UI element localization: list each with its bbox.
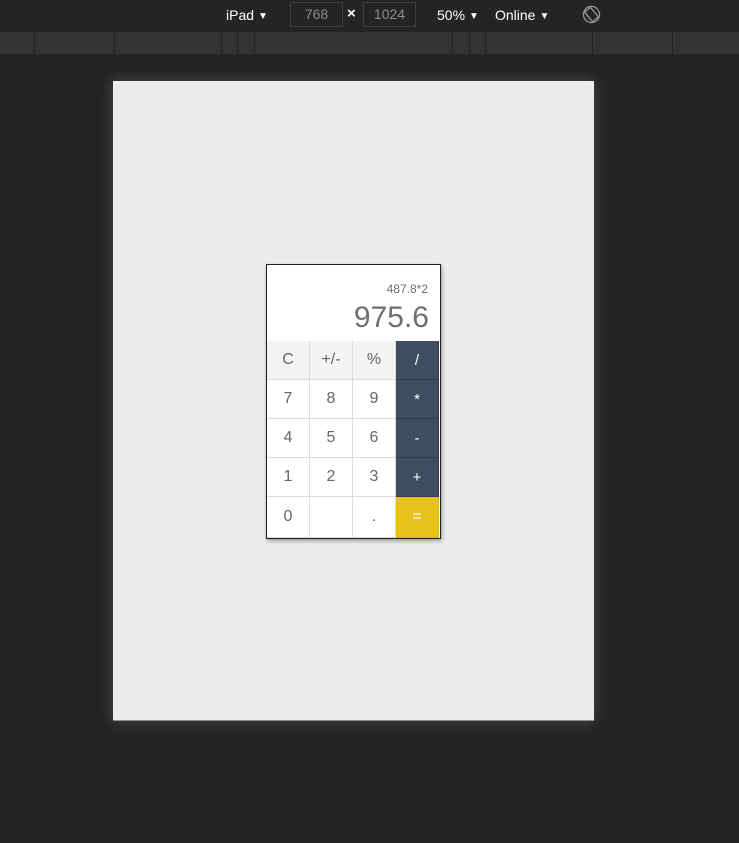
- ruler-segment[interactable]: [469, 32, 470, 54]
- digit-4-button[interactable]: 4: [267, 419, 310, 458]
- percent-button[interactable]: %: [353, 341, 396, 380]
- blank-button[interactable]: [310, 497, 353, 538]
- equals-button[interactable]: =: [396, 497, 439, 538]
- calculator-display: 487.8*2 975.6: [267, 265, 440, 341]
- ruler-segment[interactable]: [237, 32, 238, 54]
- digit-1-button[interactable]: 1: [267, 458, 310, 497]
- digit-5-button[interactable]: 5: [310, 419, 353, 458]
- digit-8-button[interactable]: 8: [310, 380, 353, 419]
- device-toolbar: iPad ▼ 768 × 1024 50% ▼ Online ▼: [0, 0, 739, 30]
- ruler-segment[interactable]: [34, 32, 35, 54]
- width-input[interactable]: 768: [290, 2, 343, 27]
- result-readout: 975.6: [353, 301, 429, 334]
- zoom-select[interactable]: 50% ▼: [437, 0, 479, 30]
- digit-3-button[interactable]: 3: [353, 458, 396, 497]
- chevron-down-icon: ▼: [258, 11, 268, 22]
- expression-readout: 487.8*2: [386, 282, 428, 296]
- ruler-segment[interactable]: [672, 32, 673, 54]
- device-select[interactable]: iPad ▼: [226, 0, 268, 30]
- divide-button[interactable]: /: [396, 341, 439, 380]
- calculator: 487.8*2 975.6 C +/- % / 7 8 9 * 4 5 6 - …: [266, 264, 441, 539]
- ruler-segment[interactable]: [452, 32, 453, 54]
- ruler-segment[interactable]: [221, 32, 222, 54]
- digit-2-button[interactable]: 2: [310, 458, 353, 497]
- network-throttle-label: Online: [495, 7, 536, 23]
- zoom-select-label: 50%: [437, 7, 466, 23]
- device-select-label: iPad: [226, 7, 255, 23]
- digit-9-button[interactable]: 9: [353, 380, 396, 419]
- negate-button[interactable]: +/-: [310, 341, 353, 380]
- ruler-segment[interactable]: [592, 32, 593, 54]
- clear-button[interactable]: C: [267, 341, 310, 380]
- subtract-button[interactable]: -: [396, 419, 439, 458]
- network-throttle-select[interactable]: Online ▼: [495, 0, 549, 30]
- times-icon: ×: [347, 5, 356, 22]
- digit-7-button[interactable]: 7: [267, 380, 310, 419]
- height-input[interactable]: 1024: [363, 2, 416, 27]
- add-button[interactable]: +: [396, 458, 439, 497]
- decimal-button[interactable]: .: [353, 497, 396, 538]
- digit-0-button[interactable]: 0: [267, 497, 310, 538]
- chevron-down-icon: ▼: [469, 11, 479, 22]
- device-viewport: 487.8*2 975.6 C +/- % / 7 8 9 * 4 5 6 - …: [113, 81, 594, 721]
- media-query-ruler: [0, 32, 739, 54]
- chevron-down-icon: ▼: [539, 11, 550, 22]
- digit-6-button[interactable]: 6: [353, 419, 396, 458]
- rotate-icon[interactable]: [582, 5, 601, 24]
- ruler-segment[interactable]: [485, 32, 486, 54]
- multiply-button[interactable]: *: [396, 380, 439, 419]
- ruler-segment[interactable]: [114, 32, 115, 54]
- ruler-segment[interactable]: [254, 32, 255, 54]
